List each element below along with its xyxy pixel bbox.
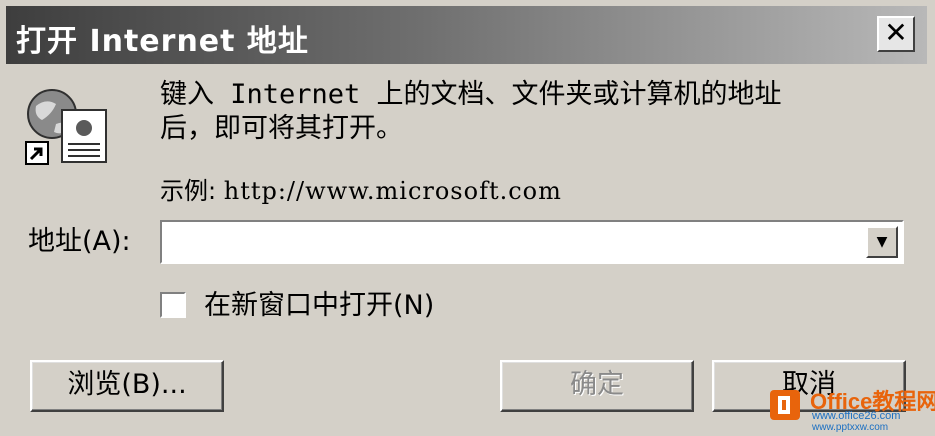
address-input[interactable] (166, 226, 856, 256)
open-dialog: 打开 Internet 地址 ✕ 键入 Internet 上的文档、文件夹或计算… (0, 0, 935, 436)
new-window-label[interactable]: 在新窗口中打开(N) (204, 288, 434, 324)
ok-button[interactable]: 确定 (500, 360, 694, 412)
dropdown-arrow-icon[interactable]: ▼ (866, 226, 898, 258)
office-logo-icon (768, 386, 806, 424)
example-url: http://www.microsoft.com (223, 177, 562, 205)
watermark-url-2: www.pptxxw.com (812, 422, 889, 433)
address-label: 地址(A): (28, 226, 131, 257)
new-window-checkbox[interactable] (160, 292, 186, 318)
browse-button[interactable]: 浏览(B)... (30, 360, 224, 412)
internet-shortcut-icon (22, 80, 114, 168)
close-button[interactable]: ✕ (877, 16, 915, 52)
watermark-url-1: www.office26.com (812, 410, 901, 422)
instruction-line-1: 键入 Internet 上的文档、文件夹或计算机的地址 (160, 79, 782, 110)
watermark: Office教程网 www.office26.com www.pptxxw.co… (768, 384, 935, 434)
title-bar[interactable]: 打开 Internet 地址 ✕ (6, 6, 927, 64)
instruction-text: 键入 Internet 上的文档、文件夹或计算机的地址 后，即可将其打开。 (160, 78, 880, 146)
dialog-title: 打开 Internet 地址 (16, 24, 309, 59)
instruction-line-2: 后，即可将其打开。 (160, 113, 403, 144)
example-text: 示例: http://www.microsoft.com (160, 174, 562, 208)
address-combobox[interactable]: ▼ (160, 220, 904, 264)
example-label: 示例: (160, 177, 217, 205)
